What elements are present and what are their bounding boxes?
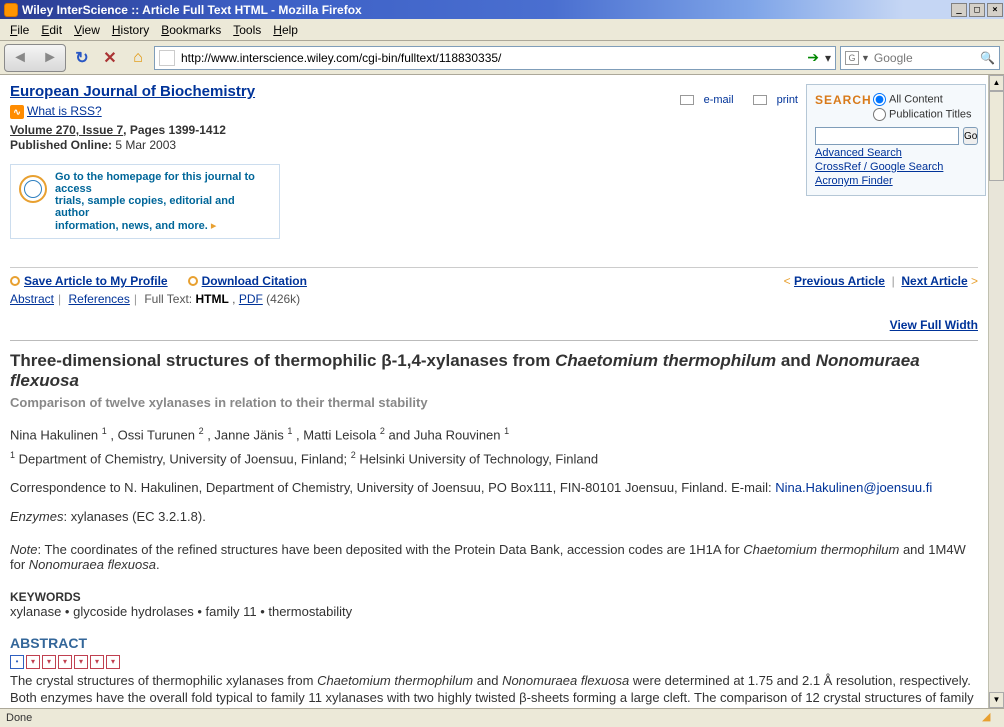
search-icon[interactable]: 🔍 xyxy=(980,51,995,65)
status-bar: Done ◢ xyxy=(0,708,1004,727)
minimize-button[interactable]: _ xyxy=(951,3,967,17)
section-icon[interactable]: • xyxy=(10,655,24,669)
menu-tools[interactable]: Tools xyxy=(227,21,267,39)
section-nav-icons: • ▾ ▾ ▾ ▾ ▾ ▾ xyxy=(10,655,978,669)
published-date: 5 Mar 2003 xyxy=(115,138,176,152)
tab-abstract[interactable]: Abstract xyxy=(10,292,54,306)
section-icon[interactable]: ▾ xyxy=(26,655,40,669)
abstract-heading: ABSTRACT xyxy=(10,635,978,651)
keywords-list: xylanase • glycoside hydrolases • family… xyxy=(10,604,978,619)
bullet-icon xyxy=(188,276,198,286)
reload-button[interactable]: ↻ xyxy=(70,46,94,70)
url-bar[interactable]: http://www.interscience.wiley.com/cgi-bi… xyxy=(154,46,836,70)
maximize-button[interactable]: □ xyxy=(969,3,985,17)
print-link[interactable]: print xyxy=(745,94,798,106)
section-icon[interactable]: ▾ xyxy=(106,655,120,669)
menu-view[interactable]: View xyxy=(68,21,106,39)
window-titlebar: Wiley InterScience :: Article Full Text … xyxy=(0,0,1004,19)
status-text: Done xyxy=(6,712,32,724)
menu-help[interactable]: Help xyxy=(267,21,304,39)
scroll-up-icon[interactable]: ▲ xyxy=(989,75,1004,91)
authors-list: Nina Hakulinen 1 , Ossi Turunen 2 , Jann… xyxy=(10,426,978,442)
section-icon[interactable]: ▾ xyxy=(74,655,88,669)
scroll-track[interactable] xyxy=(989,181,1004,692)
menu-bookmarks[interactable]: Bookmarks xyxy=(155,21,227,39)
rss-icon[interactable]: ∿ xyxy=(10,105,24,119)
previous-article-link[interactable]: Previous Article xyxy=(794,274,885,288)
correspondence: Correspondence to N. Hakulinen, Departme… xyxy=(10,480,978,495)
download-citation-link[interactable]: Download Citation xyxy=(202,274,307,288)
volume-issue[interactable]: Volume 270, Issue 7 xyxy=(10,123,123,137)
next-article-link[interactable]: Next Article xyxy=(901,274,967,288)
arrow-icon: ▸ xyxy=(211,220,217,232)
tab-references[interactable]: References xyxy=(68,292,129,306)
navigation-toolbar: ◄► ↻ ✕ ⌂ http://www.interscience.wiley.c… xyxy=(0,41,1004,75)
article-subtitle: Comparison of twelve xylanases in relati… xyxy=(10,395,978,410)
favicon xyxy=(159,50,175,66)
pages: Pages 1399-1412 xyxy=(130,123,226,137)
scroll-thumb[interactable] xyxy=(989,91,1004,181)
rss-link[interactable]: What is RSS? xyxy=(27,104,102,118)
close-button[interactable]: × xyxy=(987,3,1003,17)
firefox-icon xyxy=(4,3,18,17)
article-title: Three-dimensional structures of thermoph… xyxy=(10,351,978,391)
go-button[interactable]: Go xyxy=(963,127,978,145)
browser-search-bar[interactable]: G ▼ Google 🔍 xyxy=(840,46,1000,70)
globe-icon xyxy=(19,175,47,203)
home-button[interactable]: ⌂ xyxy=(126,46,150,70)
crossref-link[interactable]: CrossRef / Google Search xyxy=(815,161,977,173)
acronym-finder-link[interactable]: Acronym Finder xyxy=(815,175,977,187)
google-icon: G xyxy=(845,51,859,65)
email-link[interactable]: e-mail xyxy=(672,94,734,106)
window-title: Wiley InterScience :: Article Full Text … xyxy=(22,3,362,17)
journal-homepage-promo[interactable]: Go to the homepage for this journal to a… xyxy=(10,164,280,239)
url-text: http://www.interscience.wiley.com/cgi-bi… xyxy=(181,51,501,65)
menu-bar: File Edit View History Bookmarks Tools H… xyxy=(0,19,1004,41)
search-panel: SEARCH All Content Publication Titles Go… xyxy=(806,84,986,196)
keywords-heading: KEYWORDS xyxy=(10,590,978,604)
menu-history[interactable]: History xyxy=(106,21,155,39)
tab-html: HTML xyxy=(195,292,228,306)
search-placeholder: Google xyxy=(874,51,913,65)
pdf-size: (426k) xyxy=(266,292,300,306)
search-input[interactable] xyxy=(815,127,959,145)
vertical-scrollbar[interactable]: ▲ ▼ xyxy=(988,75,1004,708)
view-full-width-link[interactable]: View Full Width xyxy=(890,318,978,332)
section-icon[interactable]: ▾ xyxy=(90,655,104,669)
search-engine-dropdown-icon[interactable]: ▼ xyxy=(861,53,870,63)
page-content: e-mail print SEARCH All Content Publicat… xyxy=(0,75,988,708)
go-icon[interactable]: ➔ xyxy=(807,49,819,66)
scroll-down-icon[interactable]: ▼ xyxy=(989,692,1004,708)
print-icon xyxy=(753,95,767,105)
url-dropdown-icon[interactable]: ▾ xyxy=(819,51,831,65)
abstract-text: The crystal structures of thermophilic x… xyxy=(10,673,978,708)
advanced-search-link[interactable]: Advanced Search xyxy=(815,147,977,159)
search-heading: SEARCH xyxy=(815,93,872,107)
section-icon[interactable]: ▾ xyxy=(58,655,72,669)
nav-back-forward[interactable]: ◄► xyxy=(4,44,66,72)
radio-all-content[interactable]: All Content xyxy=(873,93,977,106)
mail-icon xyxy=(680,95,694,105)
stop-button[interactable]: ✕ xyxy=(98,46,122,70)
bullet-icon xyxy=(10,276,20,286)
correspondence-email[interactable]: Nina.Hakulinen@joensuu.fi xyxy=(775,480,932,495)
save-article-link[interactable]: Save Article to My Profile xyxy=(24,274,168,288)
email-print-links: e-mail print xyxy=(664,94,798,106)
section-icon[interactable]: ▾ xyxy=(42,655,56,669)
fulltext-label: Full Text: xyxy=(144,292,192,306)
resize-grip-icon[interactable]: ◢ xyxy=(982,710,998,726)
journal-title-link[interactable]: European Journal of Biochemistry xyxy=(10,83,255,100)
enzymes-line: Enzymes: xylanases (EC 3.2.1.8). xyxy=(10,509,978,524)
note-line: Note: The coordinates of the refined str… xyxy=(10,542,978,572)
menu-edit[interactable]: Edit xyxy=(35,21,68,39)
affiliations: 1 Department of Chemistry, University of… xyxy=(10,450,978,466)
tab-pdf[interactable]: PDF xyxy=(239,292,263,306)
radio-pub-titles[interactable]: Publication Titles xyxy=(873,108,977,121)
menu-file[interactable]: File xyxy=(4,21,35,39)
published-label: Published Online: xyxy=(10,138,112,152)
